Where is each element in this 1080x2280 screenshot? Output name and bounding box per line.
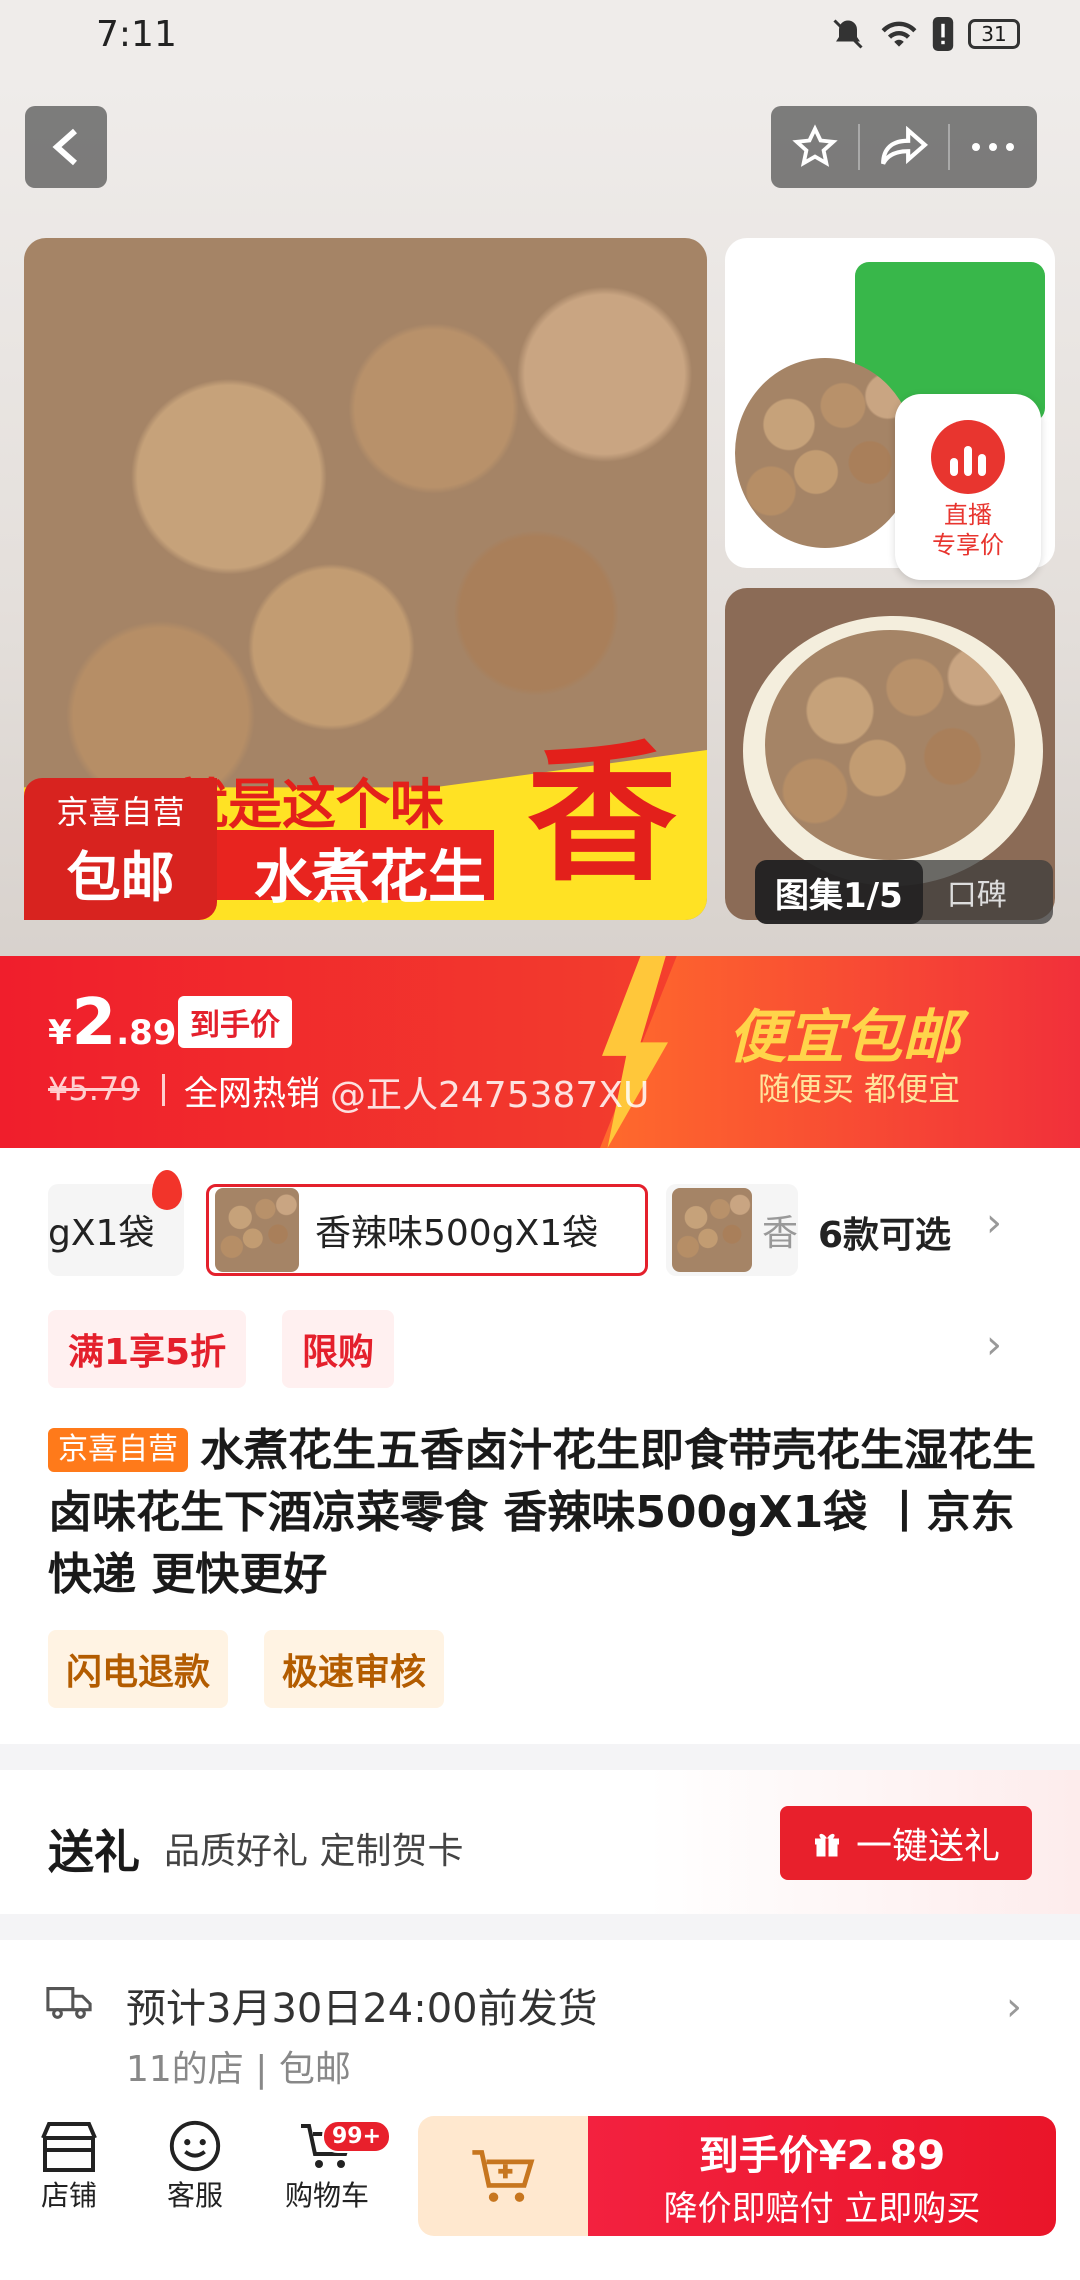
- battery-icon: 31: [968, 19, 1020, 49]
- chevron-right-icon[interactable]: ›: [986, 1322, 1002, 1368]
- self-operated-tag: 京喜自营: [48, 1428, 188, 1472]
- shop-button[interactable]: 店铺: [14, 2118, 124, 2214]
- sku-count[interactable]: 6款可选: [818, 1206, 951, 1258]
- top-actions: [771, 106, 1037, 188]
- back-arrow-icon: [52, 128, 77, 166]
- truck-icon: [46, 1987, 92, 2019]
- original-price: ¥5.79: [48, 1070, 140, 1108]
- shop-shipping-info: 11的店 | 包邮: [126, 2049, 351, 2090]
- product-title: 京喜自营 水煮花生五香卤汁花生即食带壳花生湿花生卤味花生下酒凉菜零食 香辣味500…: [48, 1420, 1038, 1606]
- shipping-eta[interactable]: 预计3月30日24:00前发货: [126, 1976, 598, 2034]
- album-tab[interactable]: 图集1/5: [755, 860, 923, 924]
- banner-text-2: 水煮花生: [254, 843, 487, 911]
- live-price-button[interactable]: 直播 专享价: [895, 394, 1041, 580]
- favorite-button[interactable]: [771, 106, 858, 188]
- promo-tag-discount[interactable]: 满1享5折: [48, 1310, 247, 1388]
- more-button[interactable]: [950, 106, 1037, 188]
- product-title-text: 水煮花生五香卤汁花生即食带壳花生湿花生卤味花生下酒凉菜零食 香辣味500gX1袋…: [48, 1425, 1036, 1600]
- promo-subtitle: 随便买 都便宜: [758, 1070, 961, 1108]
- chat-icon: [169, 2120, 221, 2172]
- shop-label: 店铺: [40, 2179, 97, 2212]
- sku-selector: gX1袋 香辣味500gX1袋 香 6款可选 ›: [48, 1170, 1048, 1280]
- reviews-tab[interactable]: 口碑: [947, 870, 1007, 914]
- sku-option-selected[interactable]: 香辣味500gX1袋: [206, 1184, 648, 1276]
- section-gap: [0, 1744, 1080, 1770]
- wifi-icon: [881, 21, 917, 47]
- mute-icon: [833, 19, 863, 49]
- sku-thumbnail: [672, 1188, 752, 1272]
- back-button[interactable]: [25, 106, 107, 188]
- cart-label: 购物车: [284, 2179, 369, 2212]
- album-switcher: 图集1/5 口碑: [755, 860, 1053, 924]
- hot-sale-label: 全网热销: [184, 1074, 320, 1114]
- price-integer: 2: [71, 986, 117, 1060]
- share-button[interactable]: [860, 106, 947, 188]
- current-price: ¥ 2 .89: [48, 986, 176, 1060]
- badge-top-text: 京喜自营: [56, 792, 185, 831]
- price-decimal: .89: [116, 1013, 177, 1053]
- buy-now-button[interactable]: 到手价¥2.89 降价即赔付 立即购买: [588, 2116, 1056, 2236]
- share-icon: [881, 126, 928, 165]
- sku-option[interactable]: 香: [666, 1184, 798, 1276]
- banner-big-char: 香: [526, 726, 677, 902]
- divider: [162, 1074, 165, 1106]
- badge-bottom-text: 包邮: [66, 845, 175, 909]
- send-gift-button[interactable]: 一键送礼: [780, 1806, 1032, 1880]
- promo-tag-limit[interactable]: 限购: [282, 1310, 395, 1388]
- peanut-image: [735, 358, 915, 548]
- sku-label: 香辣味500gX1袋: [315, 1213, 599, 1254]
- service-tag-refund[interactable]: 闪电退款: [48, 1630, 229, 1708]
- star-icon: [791, 124, 838, 167]
- service-tag-review[interactable]: 极速审核: [264, 1630, 445, 1708]
- sku-label: 香: [761, 1213, 798, 1254]
- jingxi-badge: 京喜自营 包邮: [24, 778, 217, 920]
- section-gap: [0, 1914, 1080, 1940]
- status-bar: 7:11 31: [0, 0, 1080, 76]
- sku-thumbnail: [215, 1188, 299, 1272]
- send-gift-label: 一键送礼: [855, 1826, 1000, 1867]
- live-icon: [931, 420, 1005, 494]
- watermark-text: @正人2475387XU: [330, 1075, 650, 1116]
- gift-title: 送礼: [48, 1825, 140, 1879]
- currency-symbol: ¥: [48, 1013, 72, 1053]
- alert-icon: [932, 17, 954, 51]
- promo-title: 便宜包邮: [728, 1003, 961, 1071]
- buy-sub-label: 降价即赔付 立即购买: [663, 2188, 981, 2229]
- buy-price-label: 到手价¥2.89: [698, 2132, 946, 2179]
- peanut-image: [765, 630, 1015, 860]
- hot-flame-icon: [152, 1170, 182, 1210]
- final-price-tag: 到手价: [178, 996, 292, 1048]
- chevron-right-icon[interactable]: ›: [1006, 1984, 1022, 2030]
- add-to-cart-button[interactable]: [418, 2116, 588, 2236]
- gift-subtitle: 品质好礼 定制贺卡: [164, 1831, 464, 1872]
- sku-label: gX1袋: [48, 1213, 155, 1254]
- live-label-1: 直播: [944, 501, 992, 529]
- more-icon: [972, 143, 1015, 151]
- cart-count-badge: 99+: [322, 2120, 392, 2153]
- status-time: 7:11: [96, 14, 177, 55]
- service-label: 客服: [166, 2179, 223, 2212]
- service-button[interactable]: 客服: [140, 2118, 250, 2214]
- add-cart-icon: [472, 2150, 535, 2202]
- gift-icon: [814, 1833, 839, 1857]
- live-label-2: 专享价: [932, 531, 1004, 559]
- status-icons: 31: [830, 16, 1020, 52]
- chevron-right-icon[interactable]: ›: [986, 1200, 1002, 1246]
- shop-icon: [41, 2122, 97, 2172]
